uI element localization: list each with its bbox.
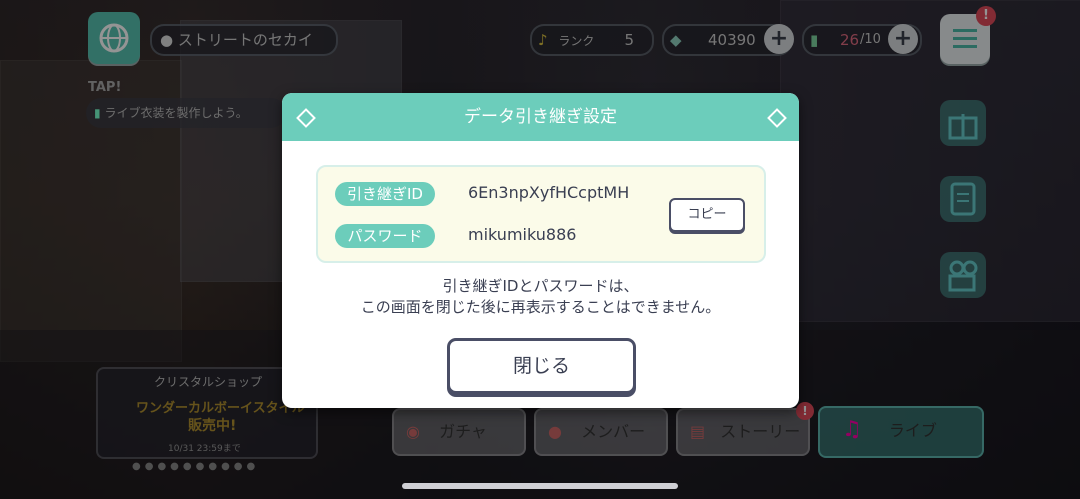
dialog-title: データ引き継ぎ設定 — [464, 107, 617, 127]
home-indicator[interactable] — [402, 483, 678, 489]
warning-message: 引き継ぎIDとパスワードは、 この画面を閉じた後に再表示することはできません。 — [282, 276, 799, 318]
warning-line-2: この画面を閉じた後に再表示することはできません。 — [360, 298, 721, 316]
transfer-id-value: 6En3npXyfHCcptMH — [468, 183, 630, 202]
copy-button[interactable]: コピー — [669, 198, 745, 232]
diamond-icon — [296, 108, 316, 128]
credentials-box: 引き継ぎID 6En3npXyfHCcptMH パスワード mikumiku88… — [316, 165, 766, 263]
data-transfer-dialog: データ引き継ぎ設定 引き継ぎID 6En3npXyfHCcptMH パスワード … — [282, 93, 799, 408]
warning-line-1: 引き継ぎIDとパスワードは、 — [442, 277, 639, 295]
dialog-header: データ引き継ぎ設定 — [282, 93, 799, 141]
password-value: mikumiku886 — [468, 225, 577, 244]
diamond-icon — [767, 108, 787, 128]
close-button[interactable]: 閉じる — [447, 338, 636, 394]
transfer-id-label: 引き継ぎID — [335, 182, 435, 206]
password-label: パスワード — [335, 224, 435, 248]
